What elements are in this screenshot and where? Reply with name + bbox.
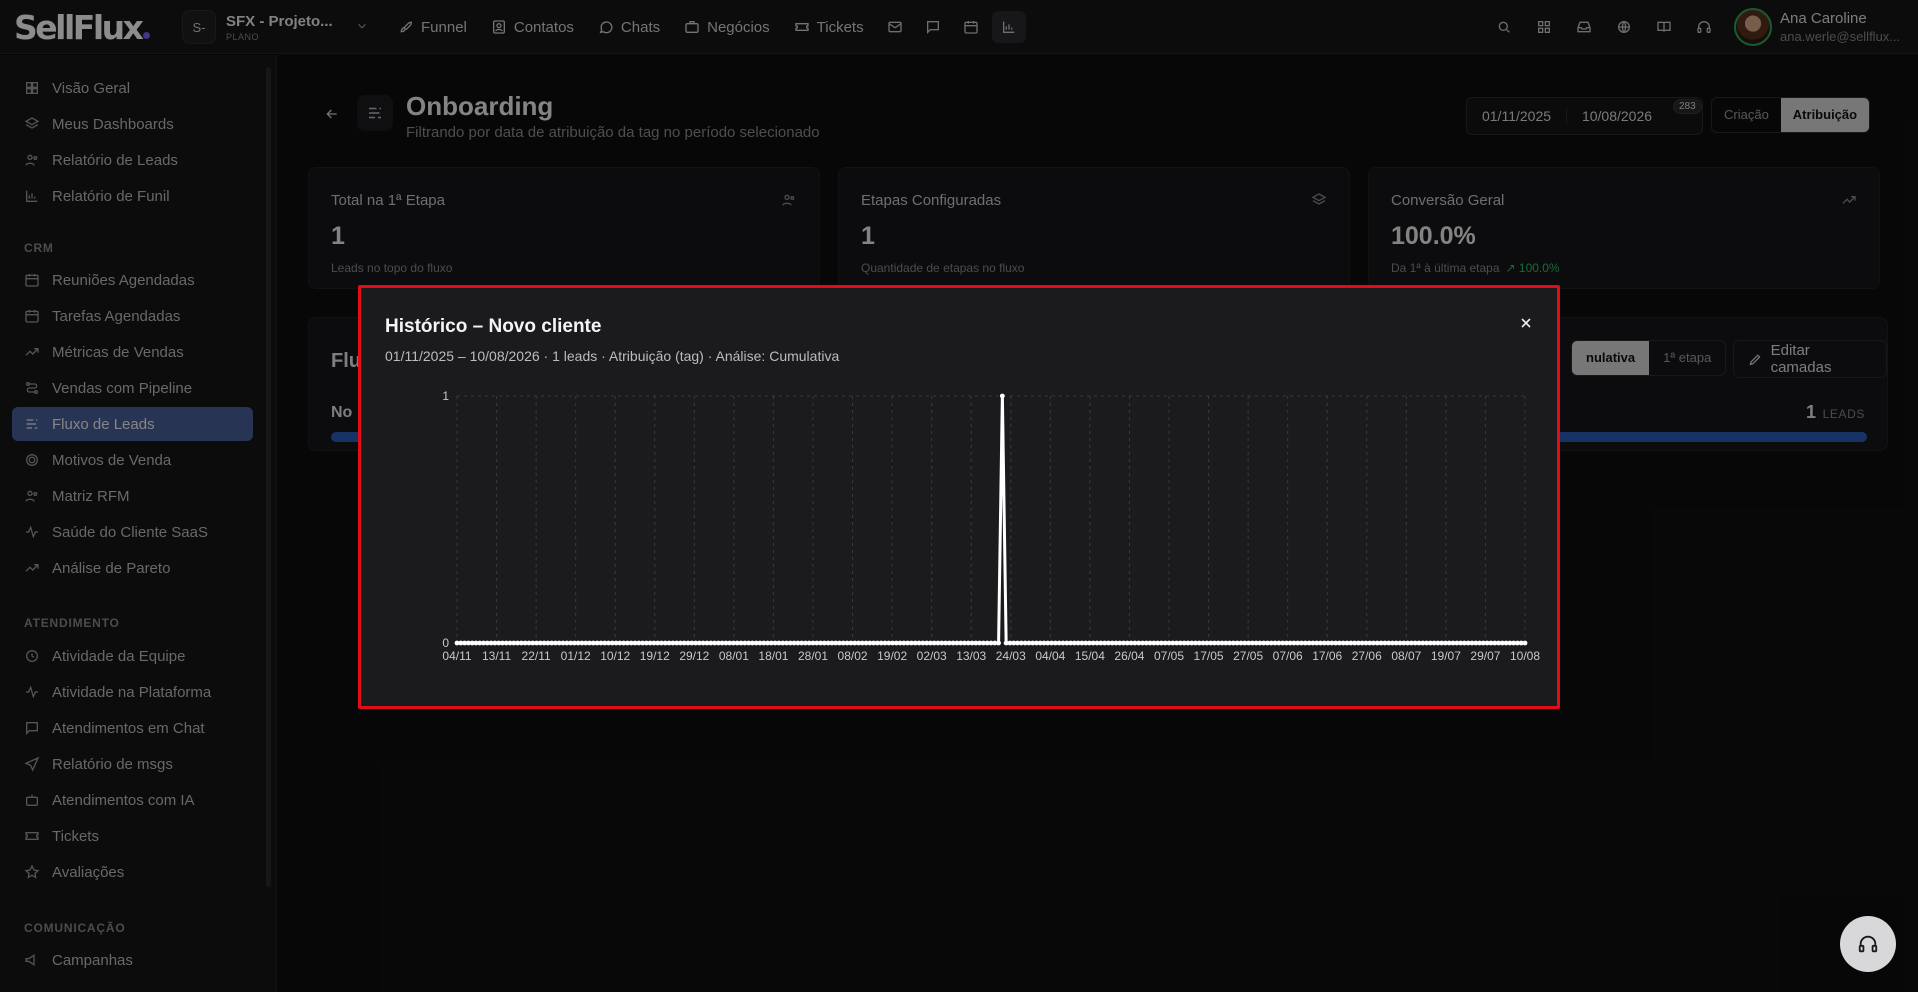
x-tick-label: 22/11: [522, 649, 551, 663]
x-tick-label: 19/12: [640, 649, 670, 663]
x-tick-label: 17/05: [1194, 649, 1224, 663]
x-tick-label: 19/02: [877, 649, 907, 663]
x-tick-label: 07/06: [1273, 649, 1303, 663]
x-tick-label: 27/06: [1352, 649, 1382, 663]
data-point: [1522, 640, 1528, 646]
x-tick-label: 29/12: [679, 649, 709, 663]
x-tick-label: 08/07: [1391, 649, 1421, 663]
series-line: [457, 394, 1525, 645]
x-tick-label: 08/02: [838, 649, 868, 663]
help-chat-button[interactable]: [1840, 916, 1896, 972]
x-tick-label: 13/11: [482, 649, 511, 663]
app-root: SellFlux S- SFX - Projeto... PLANO Funne…: [0, 0, 1918, 992]
x-tick-label: 17/06: [1312, 649, 1342, 663]
y-tick-label: 0: [442, 636, 449, 650]
x-tick-label: 26/04: [1114, 649, 1144, 663]
history-chart: 04/11 13/11 22/11 01/12 10/12 19/12 29/12 08/01…: [442, 389, 1540, 663]
x-tick-label: 01/12: [561, 649, 591, 663]
x-tick-label: 08/01: [719, 649, 749, 663]
x-tick-label: 04/11: [442, 649, 471, 663]
y-tick-label: 1: [442, 389, 449, 403]
x-tick-label: 27/05: [1233, 649, 1263, 663]
x-tick-label: 28/01: [798, 649, 828, 663]
x-tick-label: 10/08: [1510, 649, 1540, 663]
x-tick-label: 13/03: [956, 649, 986, 663]
data-point: [996, 640, 1001, 646]
x-tick-label: 18/01: [758, 649, 788, 663]
history-modal: Histórico – Novo cliente 01/11/2025 – 10…: [358, 285, 1560, 709]
x-tick-label: 29/07: [1470, 649, 1500, 663]
x-tick-label: 10/12: [600, 649, 630, 663]
x-tick-label: 24/03: [996, 649, 1026, 663]
x-tick-label: 02/03: [917, 649, 947, 663]
x-tick-label: 19/07: [1431, 649, 1461, 663]
x-tick-label: 04/04: [1035, 649, 1065, 663]
data-point: [999, 393, 1005, 399]
x-tick-label: 15/04: [1075, 649, 1105, 663]
x-tick-label: 07/05: [1154, 649, 1184, 663]
headset-icon: [1858, 935, 1878, 953]
